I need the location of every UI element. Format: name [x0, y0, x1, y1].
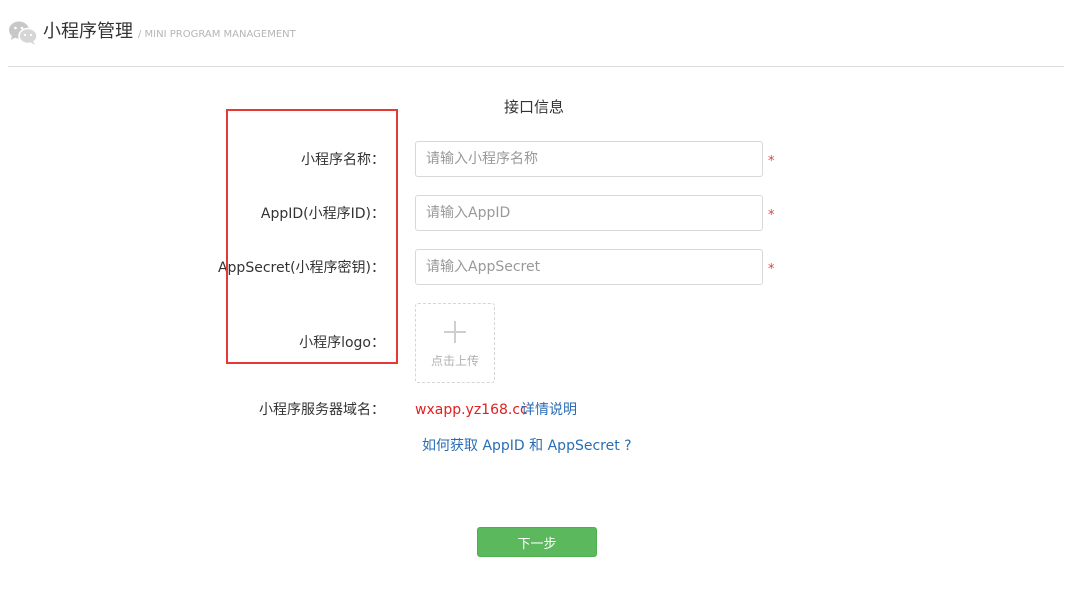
appid-input[interactable]	[415, 195, 763, 231]
next-step-button[interactable]: 下一步	[477, 527, 597, 557]
server-domain-value: wxapp.yz168.cc	[415, 402, 528, 418]
appsecret-label: AppSecret(小程序密钥)：	[217, 260, 385, 276]
appid-label: AppID(小程序ID)：	[260, 206, 385, 222]
section-title: 接口信息	[504, 98, 565, 116]
how-to-get-appid-link[interactable]: 如何获取 AppID 和 AppSecret ?	[422, 436, 632, 456]
logo-label: 小程序logo：	[299, 335, 385, 351]
mini-program-management-page: 小程序管理 / MINI PROGRAM MANAGEMENT 接口信息 小程序…	[0, 0, 1073, 590]
highlight-annotation-box	[226, 109, 398, 364]
page-header: 小程序管理 / MINI PROGRAM MANAGEMENT	[8, 14, 1064, 67]
required-marker: *	[768, 262, 775, 277]
page-title: 小程序管理	[43, 21, 133, 42]
page-subtitle: / MINI PROGRAM MANAGEMENT	[138, 29, 296, 40]
required-marker: *	[768, 208, 775, 223]
wechat-icon	[9, 21, 38, 45]
mini-program-name-input[interactable]	[415, 141, 763, 177]
required-marker: *	[768, 154, 775, 169]
mini-program-name-label: 小程序名称：	[301, 152, 385, 168]
logo-upload-button[interactable]: 点击上传	[415, 303, 495, 383]
appsecret-input[interactable]	[415, 249, 763, 285]
upload-label: 点击上传	[430, 354, 479, 368]
domain-detail-link[interactable]: 详情说明	[521, 400, 577, 420]
server-domain-label: 小程序服务器域名：	[259, 402, 385, 418]
plus-icon	[444, 321, 466, 343]
